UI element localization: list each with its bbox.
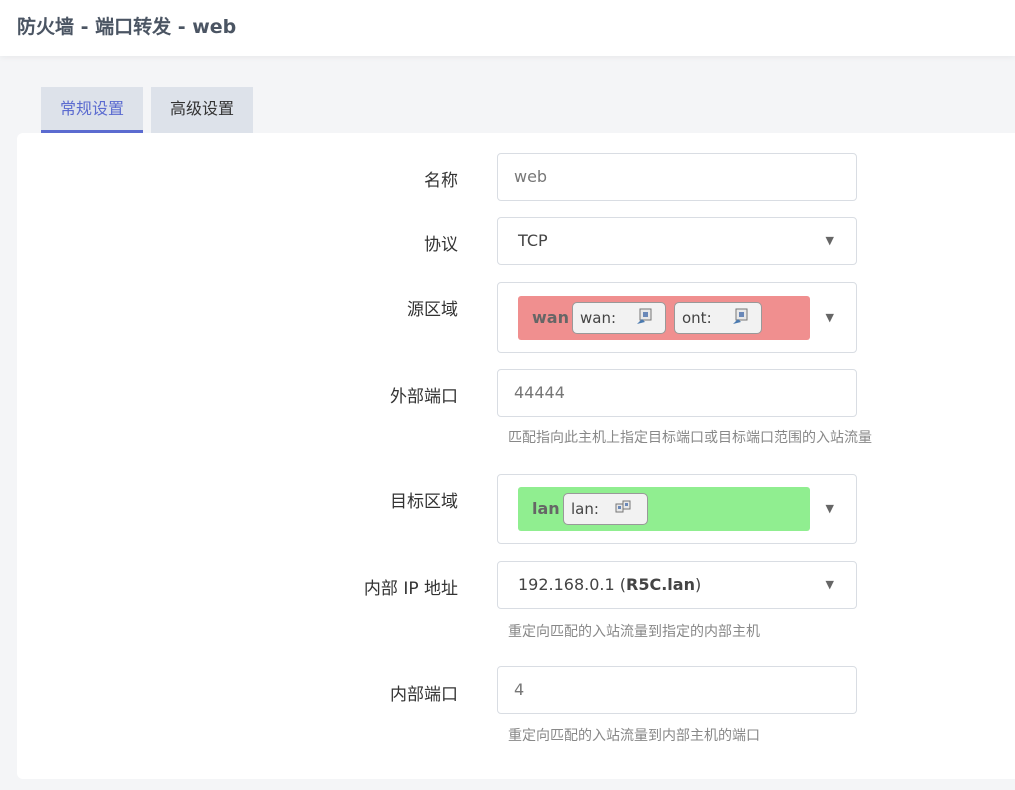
dest-zone-label: 目标区域: [390, 492, 458, 512]
internal-port-input[interactable]: 4: [497, 666, 857, 714]
source-zone-name: wan: [532, 308, 569, 327]
external-port-value: 44444: [514, 383, 565, 402]
name-label: 名称: [424, 171, 458, 191]
source-zone-select[interactable]: wan wan: ont: ▼: [497, 282, 857, 353]
name-value: web: [514, 167, 548, 186]
chevron-down-icon: ▼: [825, 234, 834, 247]
external-port-hint: 匹配指向此主机上指定目标端口或目标端口范围的入站流量: [508, 430, 872, 446]
internal-port-hint: 重定向匹配的入站流量到内部主机的端口: [508, 728, 760, 744]
page-header: 防火墙 - 端口转发 - web: [0, 0, 1015, 56]
internal-ip-value: 192.168.0.1 (R5C.lan): [518, 575, 702, 594]
name-input[interactable]: web: [497, 153, 857, 201]
dest-zone-badge: lan lan:: [518, 487, 810, 531]
tab-general-settings[interactable]: 常规设置: [41, 87, 143, 133]
source-zone-chip-ont: ont:: [674, 302, 762, 334]
internal-ip-select[interactable]: 192.168.0.1 (R5C.lan) ▼: [497, 561, 857, 609]
external-port-input[interactable]: 44444: [497, 369, 857, 417]
page-title: 防火墙 - 端口转发 - web: [17, 16, 237, 38]
internal-ip-label: 内部 IP 地址: [363, 579, 458, 599]
external-port-label: 外部端口: [390, 387, 458, 407]
network-port-icon: [637, 308, 652, 324]
internal-ip-hint: 重定向匹配的入站流量到指定的内部主机: [508, 624, 760, 640]
chevron-down-icon: ▼: [825, 311, 834, 324]
protocol-select[interactable]: TCP ▼: [497, 217, 857, 265]
bridge-icon: [615, 500, 631, 513]
dest-zone-name: lan: [532, 499, 560, 518]
internal-ip-hostname: R5C.lan: [626, 575, 695, 594]
internal-port-value: 4: [514, 680, 525, 699]
source-zone-badge: wan wan: ont:: [518, 296, 810, 340]
chevron-down-icon: ▼: [825, 502, 834, 515]
internal-port-label: 内部端口: [390, 685, 458, 705]
dest-zone-select[interactable]: lan lan: ▼: [497, 474, 857, 544]
protocol-value: TCP: [518, 231, 548, 250]
chevron-down-icon: ▼: [825, 578, 834, 591]
protocol-label: 协议: [424, 235, 458, 255]
dest-zone-chip-lan: lan:: [563, 493, 648, 525]
source-zone-chip-wan: wan:: [572, 302, 666, 334]
source-zone-label: 源区域: [407, 300, 458, 320]
tab-advanced-settings[interactable]: 高级设置: [151, 87, 253, 133]
network-port-icon: [733, 308, 748, 324]
